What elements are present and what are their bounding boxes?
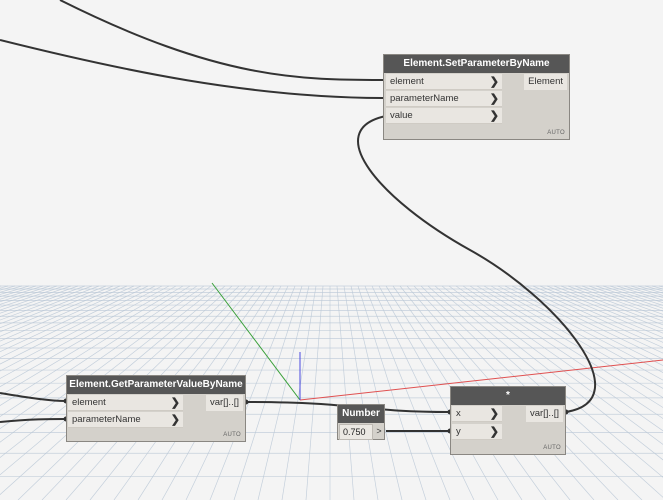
output-port-var[interactable]: var[]..[]	[205, 395, 243, 411]
output-port-number[interactable]: >	[373, 423, 385, 439]
output-port-var[interactable]: var[]..[]	[525, 406, 563, 422]
input-port-element[interactable]: element ❯	[68, 395, 183, 411]
wire-to-set-element[interactable]	[59, 0, 387, 81]
node-element-getparametervaluebyname[interactable]: Element.GetParameterValueByName element …	[66, 375, 246, 442]
lacing-label: AUTO	[547, 130, 565, 136]
lacing-label: AUTO	[543, 445, 561, 451]
chevron-right-icon: ❯	[170, 414, 180, 426]
node-multiply[interactable]: * x ❯ y ❯ var[]..[] AUTO	[450, 386, 566, 455]
grid-line	[567, 285, 663, 322]
input-port-parametername[interactable]: parameterName ❯	[68, 412, 183, 428]
chevron-right-icon: ❯	[489, 93, 499, 105]
node-title[interactable]: *	[451, 387, 565, 405]
node-title[interactable]: Element.SetParameterByName	[384, 55, 569, 73]
grid-line	[595, 285, 663, 309]
grid-line	[350, 285, 403, 500]
number-value-input[interactable]: 0.750	[339, 424, 373, 440]
wire-to-get-element[interactable]	[0, 392, 67, 402]
input-port-parametername[interactable]: parameterName ❯	[386, 91, 502, 107]
port-label: element	[72, 397, 106, 408]
port-label: parameterName	[72, 414, 141, 425]
port-label: element	[390, 76, 424, 87]
output-port-element[interactable]: Element	[524, 74, 567, 90]
input-port-x[interactable]: x ❯	[452, 406, 502, 422]
wire-to-set-parametername[interactable]	[0, 39, 387, 99]
node-number[interactable]: Number 0.750 >	[337, 404, 385, 440]
port-label: value	[390, 110, 413, 121]
grid-line	[560, 285, 663, 326]
node-title[interactable]: Number	[338, 405, 384, 423]
input-port-value[interactable]: value ❯	[386, 108, 502, 124]
chevron-right-icon: ❯	[489, 408, 499, 420]
port-label: parameterName	[390, 93, 459, 104]
grid-line	[305, 285, 324, 500]
port-label: y	[456, 426, 461, 437]
chevron-right-icon: ❯	[170, 397, 180, 409]
grid-line	[0, 285, 44, 300]
chevron-right-icon: ❯	[489, 76, 499, 88]
wire-to-get-parametername[interactable]	[0, 418, 67, 423]
grid-line	[651, 285, 663, 290]
chevron-right-icon: ❯	[489, 426, 499, 438]
grid-line	[364, 285, 451, 500]
grid-line	[0, 285, 65, 308]
lacing-label: AUTO	[223, 432, 241, 438]
input-port-element[interactable]: element ❯	[386, 74, 502, 90]
grid-line	[658, 285, 663, 288]
input-port-y[interactable]: y ❯	[452, 424, 502, 440]
grid-line	[637, 285, 663, 294]
port-label: x	[456, 408, 461, 419]
grid-line	[336, 285, 355, 500]
node-title[interactable]: Element.GetParameterValueByName	[67, 376, 245, 394]
chevron-right-icon: ❯	[489, 110, 499, 122]
grid-line	[257, 285, 310, 500]
grid-line	[281, 285, 317, 500]
node-element-setparameterbyname[interactable]: Element.SetParameterByName element ❯ par…	[383, 54, 570, 140]
